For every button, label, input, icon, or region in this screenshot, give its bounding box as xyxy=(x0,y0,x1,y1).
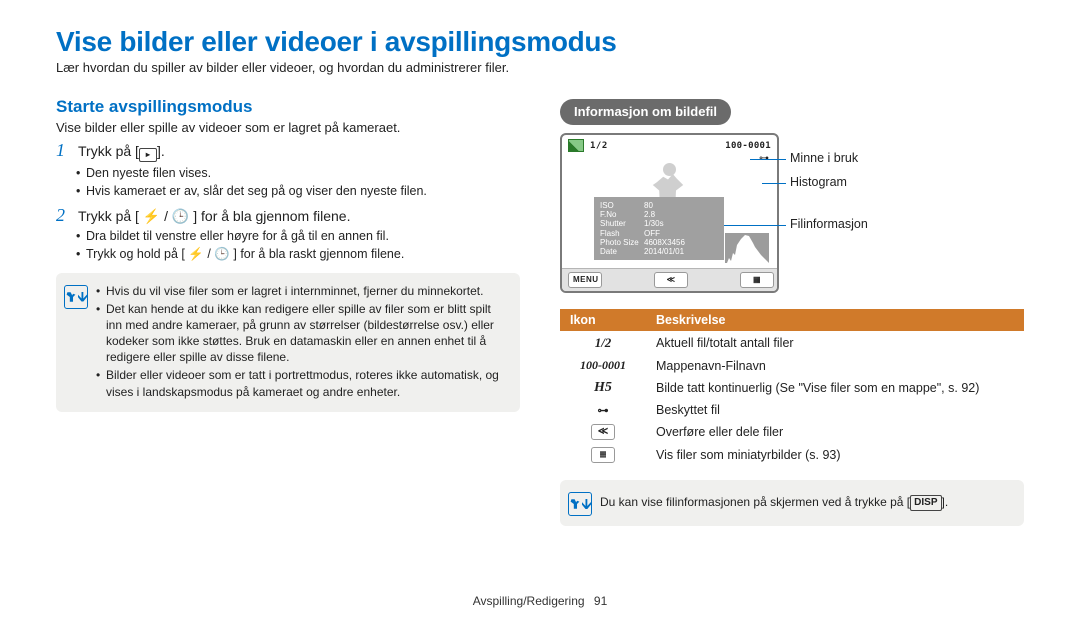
note-item: Bilder eller videoer som er tatt i portr… xyxy=(96,367,510,399)
th-icon: Ikon xyxy=(560,309,646,331)
histogram xyxy=(725,233,769,263)
row-desc: Aktuell fil/totalt antall filer xyxy=(646,331,1024,354)
tip-text-pre: Du kan vise filinformasjonen på skjermen… xyxy=(600,495,910,509)
note-item: Hvis du vil vise filer som er lagret i i… xyxy=(96,283,510,299)
row-desc: Overføre eller dele filer xyxy=(646,420,1024,443)
row-icon-share: ≪ xyxy=(560,420,646,443)
th-desc: Beskrivelse xyxy=(646,309,1024,331)
photo-icon xyxy=(568,139,584,152)
lcd-file-number: 100-0001 xyxy=(725,141,771,151)
thumbnail-grid-button-icon xyxy=(740,272,774,288)
table-row: ⊶ Beskyttet fil xyxy=(560,399,1024,420)
table-row: ≪ Overføre eller dele filer xyxy=(560,420,1024,443)
left-column: Starte avspillingsmodus Vise bilder elle… xyxy=(56,97,520,526)
table-row: ▦ Vis filer som miniatyrbilder (s. 93) xyxy=(560,443,1024,466)
footer-page-number: 91 xyxy=(594,594,607,608)
lcd-file-count: 1/2 xyxy=(590,141,608,151)
icon-description-table: Ikon Beskrivelse 1/2 Aktuell fil/totalt … xyxy=(560,309,1024,466)
callout-fileinfo: Filinformasjon xyxy=(790,217,868,231)
step-number-2: 2 xyxy=(56,206,72,224)
table-row: 1/2 Aktuell fil/totalt antall filer xyxy=(560,331,1024,354)
exif-panel: ISO80 F.No2.8 Shutter1/30s FlashOFF Phot… xyxy=(594,197,724,260)
step-2: 2 Trykk på [ ⚡ / 🕒 ] for å bla gjennom f… xyxy=(56,206,520,225)
step1-text-pre: Trykk på [ xyxy=(78,143,139,159)
step1-bullet: Hvis kameraet er av, slår det seg på og … xyxy=(76,183,520,200)
table-row: H5 Bilde tatt kontinuerlig (Se "Vise fil… xyxy=(560,376,1024,399)
step2-bullet: Trykk og hold på [ ⚡ / 🕒 ] for å bla ras… xyxy=(76,246,520,263)
step2-bullet: Dra bildet til venstre eller høyre for å… xyxy=(76,228,520,245)
note-box: Hvis du vil vise filer som er lagret i i… xyxy=(56,273,520,412)
page-footer: Avspilling/Redigering 91 xyxy=(0,594,1080,608)
step-1: 1 Trykk på []. xyxy=(56,141,520,162)
step-1-body: Trykk på []. xyxy=(78,143,520,162)
callout-memory: Minne i bruk xyxy=(790,151,858,165)
section-subtext: Vise bilder eller spille av videoer som … xyxy=(56,120,520,135)
tip-text-post: ]. xyxy=(942,495,949,509)
step-1-bullets: Den nyeste filen vises. Hvis kameraet er… xyxy=(56,165,520,200)
note-item: Det kan hende at du ikke kan redigere el… xyxy=(96,301,510,366)
right-column: Informasjon om bildefil 1/2 100-0001 ⊶ I… xyxy=(560,97,1024,526)
row-icon-burst: H5 xyxy=(560,376,646,399)
row-desc: Mappenavn-Filnavn xyxy=(646,354,1024,376)
row-icon-lock: ⊶ xyxy=(560,399,646,420)
row-icon-grid: ▦ xyxy=(560,443,646,466)
row-desc: Vis filer som miniatyrbilder (s. 93) xyxy=(646,443,1024,466)
row-icon-count: 1/2 xyxy=(560,331,646,354)
step-2-body: Trykk på [ ⚡ / 🕒 ] for å bla gjennom fil… xyxy=(78,208,520,225)
info-pill: Informasjon om bildefil xyxy=(560,99,731,125)
step-number-1: 1 xyxy=(56,141,72,159)
disp-key-icon: DISP xyxy=(910,495,941,511)
step1-bullet: Den nyeste filen vises. xyxy=(76,165,520,182)
share-button-icon xyxy=(654,272,688,288)
play-key-icon xyxy=(139,148,157,162)
callout-histogram: Histogram xyxy=(790,175,847,189)
page-title: Vise bilder eller videoer i avspillingsm… xyxy=(56,26,1024,58)
note-icon xyxy=(64,285,88,309)
note-list: Hvis du vil vise filer som er lagret i i… xyxy=(96,283,510,402)
row-desc: Beskyttet fil xyxy=(646,399,1024,420)
menu-button: MENU xyxy=(568,272,602,288)
page-lead: Lær hvordan du spiller av bilder eller v… xyxy=(56,60,1024,75)
lcd-frame: 1/2 100-0001 ⊶ ISO80 F.No2.8 Shutter1/30… xyxy=(560,133,779,293)
lcd-screen-diagram: 1/2 100-0001 ⊶ ISO80 F.No2.8 Shutter1/30… xyxy=(560,133,850,293)
step1-text-post: ]. xyxy=(157,143,165,159)
tip-box: Du kan vise filinformasjonen på skjermen… xyxy=(560,480,1024,526)
section-title: Starte avspillingsmodus xyxy=(56,97,520,117)
row-icon-filenum: 100-0001 xyxy=(560,354,646,376)
step-2-bullets: Dra bildet til venstre eller høyre for å… xyxy=(56,228,520,263)
footer-section: Avspilling/Redigering xyxy=(473,594,585,608)
row-desc: Bilde tatt kontinuerlig (Se "Vise filer … xyxy=(646,376,1024,399)
note-icon xyxy=(568,492,592,516)
table-row: 100-0001 Mappenavn-Filnavn xyxy=(560,354,1024,376)
